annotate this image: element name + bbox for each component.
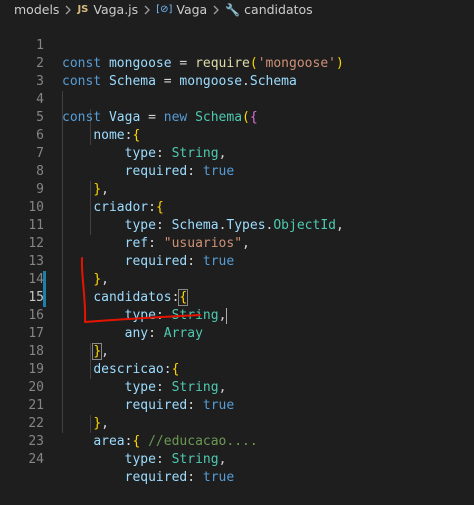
breadcrumb: models JS Vaga.js [⊘] Vaga 🔧 candidatos — [0, 0, 474, 19]
code-line: 1 const mongoose = require('mongoose') — [0, 19, 474, 71]
code-line: 17 }, — [0, 307, 474, 360]
code-line: 4 const Vaga = new Schema({ — [0, 73, 474, 125]
variable-symbol-icon: [⊘] — [156, 4, 173, 15]
code-line: 12 required: true — [0, 217, 474, 269]
chevron-right-icon — [212, 5, 220, 15]
code-line: 2 const Schema = mongoose.Schema — [0, 37, 474, 89]
breadcrumb-symbol-candidatos-label: candidatos — [244, 2, 313, 17]
code-line: 10 type: Schema.Types.ObjectId, — [0, 181, 474, 233]
code-line: 21 }, — [0, 379, 474, 431]
chevron-right-icon — [64, 5, 72, 15]
breadcrumb-symbol-candidatos[interactable]: 🔧 candidatos — [225, 2, 312, 17]
breadcrumb-folder-label: models — [14, 2, 60, 17]
line-number: 24 — [28, 452, 44, 467]
javascript-file-icon: JS — [77, 4, 89, 15]
breadcrumb-symbol-vaga-label: Vaga — [176, 2, 208, 17]
code-editor[interactable]: 1 const mongoose = require('mongoose') 2… — [0, 19, 474, 485]
code-line: 23 type: String, — [0, 415, 474, 467]
code-line: 20 required: true — [0, 361, 474, 413]
code-line: 6 type: String, — [0, 109, 474, 161]
breadcrumb-file[interactable]: JS Vaga.js — [77, 2, 138, 17]
breadcrumb-symbol-vaga[interactable]: [⊘] Vaga — [156, 2, 207, 17]
code-line: 9 criador:{ — [0, 163, 474, 215]
breadcrumb-folder[interactable]: models — [14, 2, 59, 17]
code-line: 11 ref: "usuarios", — [0, 199, 474, 251]
chevron-right-icon — [143, 5, 151, 15]
code-line: 16 any: Array — [0, 289, 474, 341]
property-wrench-icon: 🔧 — [225, 2, 241, 17]
code-line: 7 required: true — [0, 127, 474, 179]
code-line: 24 required: true — [0, 433, 474, 485]
code-line: 22 area:{ //educacao.... — [0, 397, 474, 449]
breadcrumb-file-label: Vaga.js — [93, 2, 139, 17]
code-line: 8 }, — [0, 145, 474, 197]
code-line: 13 }, — [0, 235, 474, 287]
code-line: 15 type: String, — [0, 271, 474, 324]
code-line: 3 — [0, 55, 474, 89]
code-line: 18 descricao:{ — [0, 325, 474, 377]
code-line: 5 nome:{ — [0, 91, 474, 143]
code-line: 19 type: String, — [0, 343, 474, 395]
code-line: 14 candidatos:{ — [0, 253, 474, 306]
